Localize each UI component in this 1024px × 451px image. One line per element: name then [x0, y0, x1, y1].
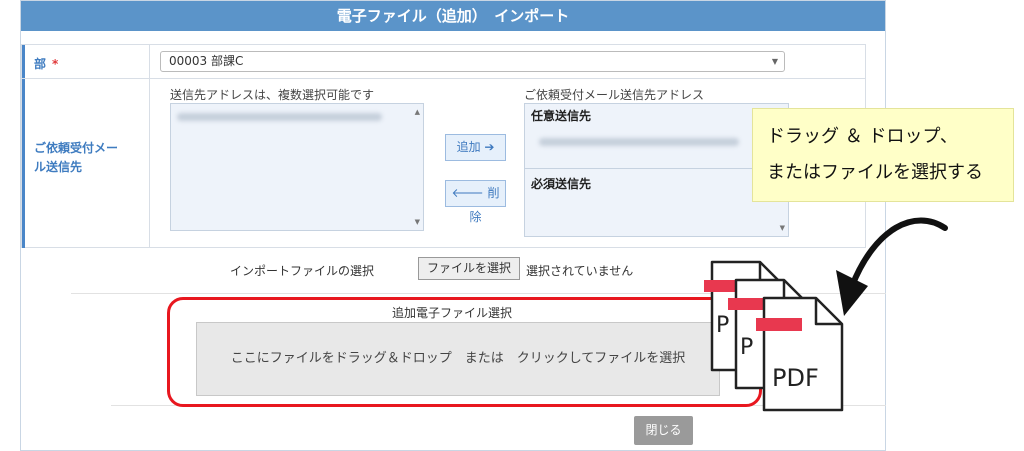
pdf-label: PDF: [772, 364, 819, 392]
department-select-value: 00003 部課C: [169, 54, 244, 68]
pdf-files-icon: P P PDF: [704, 260, 844, 412]
mail-label: ご依頼受付メー ル送信先: [22, 79, 150, 248]
close-button[interactable]: 閉じる: [634, 416, 693, 445]
required-mark: *: [52, 57, 59, 71]
add-button[interactable]: 追加 ➔: [445, 134, 506, 161]
address-source-list[interactable]: ▲ ▼: [170, 103, 424, 231]
department-select[interactable]: 00003 部課C ▼: [160, 51, 785, 72]
list-divider: [525, 168, 788, 169]
scroll-down-icon[interactable]: ▼: [415, 218, 420, 226]
department-label: 部 *: [22, 45, 150, 78]
right-list-caption: ご依頼受付メール送信先アドレス: [524, 88, 705, 102]
instruction-callout: ドラッグ ＆ ドロップ、 またはファイルを選択する: [752, 108, 1014, 202]
svg-text:P: P: [740, 335, 753, 360]
department-row: 部 * 00003 部課C ▼: [22, 45, 865, 79]
left-list-caption: 送信先アドレスは、複数選択可能です: [170, 88, 375, 102]
svg-text:P: P: [716, 313, 729, 338]
scroll-down-icon[interactable]: ▼: [780, 224, 785, 232]
required-recipients-label: 必須送信先: [531, 177, 592, 191]
remove-button[interactable]: 🡐 削除: [445, 180, 506, 224]
dropzone-title: 追加電子ファイル選択: [392, 306, 513, 320]
callout-line-1: ドラッグ ＆ ドロップ、: [767, 126, 958, 147]
callout-line-2: またはファイルを選択する: [767, 162, 983, 183]
list-item[interactable]: [177, 113, 382, 121]
chevron-down-icon: ▼: [771, 57, 778, 66]
form-table: 部 * 00003 部課C ▼ ご依頼受付メー ル送信先 送信先アドレスは、複数選…: [21, 44, 866, 248]
scroll-up-icon[interactable]: ▲: [415, 108, 420, 116]
address-target-list[interactable]: 任意送信先 必須送信先 ▼: [524, 103, 789, 237]
optional-recipients-label: 任意送信先: [531, 109, 592, 123]
file-status: 選択されていません: [526, 264, 634, 278]
file-dropzone[interactable]: ここにファイルをドラッグ＆ドロップ または クリックしてファイルを選択: [196, 322, 720, 396]
list-item[interactable]: [539, 138, 739, 146]
mail-row: ご依頼受付メー ル送信先 送信先アドレスは、複数選択可能です ▲ ▼ 追加 ➔ …: [22, 79, 865, 248]
import-file-label: インポートファイルの選択: [230, 264, 375, 278]
choose-file-button[interactable]: ファイルを選択: [418, 257, 520, 280]
dialog-title: 電子ファイル（追加） インポート: [21, 1, 885, 31]
